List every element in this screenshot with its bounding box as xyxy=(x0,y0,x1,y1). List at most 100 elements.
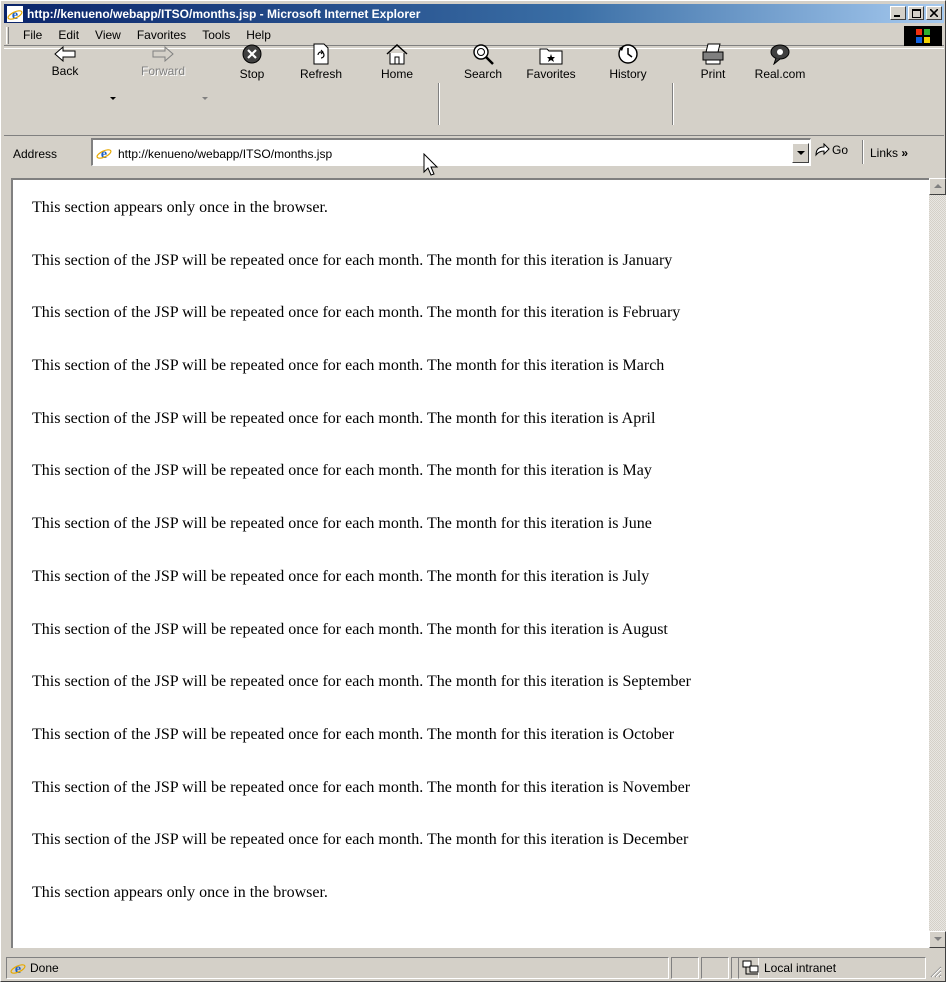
address-field[interactable]: e xyxy=(91,138,811,166)
forward-arrow-icon xyxy=(152,46,174,62)
status-text: Done xyxy=(30,961,59,975)
back-dropdown-icon[interactable] xyxy=(110,97,116,100)
page-line: This section appears only once in the br… xyxy=(32,199,328,216)
back-button[interactable]: Back xyxy=(42,46,88,135)
history-icon xyxy=(618,44,638,64)
zone-text: Local intranet xyxy=(764,961,837,975)
svg-text:e: e xyxy=(101,147,107,161)
page-line: This section of the JSP will be repeated… xyxy=(32,831,689,849)
history-label: History xyxy=(609,67,647,81)
address-label: Address xyxy=(13,147,58,161)
ie-page-icon: e xyxy=(96,147,112,161)
forward-label: Forward xyxy=(140,64,185,78)
favorites-label: Favorites xyxy=(526,67,576,81)
history-button[interactable]: History xyxy=(599,44,657,135)
scroll-down-button[interactable] xyxy=(929,931,946,948)
print-button[interactable]: Print xyxy=(690,43,736,135)
stop-icon xyxy=(242,44,262,64)
page-line: This section of the JSP will be repeated… xyxy=(32,357,665,375)
scroll-up-button[interactable] xyxy=(929,178,946,195)
page-line: This section appears only once in the br… xyxy=(32,883,328,901)
page-line: This section of the JSP will be repeated… xyxy=(32,462,652,480)
status-panel-main: e Done xyxy=(6,957,669,979)
realplayer-icon xyxy=(770,44,790,65)
svg-text:e: e xyxy=(15,962,21,976)
scroll-down-icon xyxy=(933,937,942,941)
toolbar-separator-2 xyxy=(672,83,674,125)
search-button[interactable]: Search xyxy=(454,44,512,135)
chevron-down-icon xyxy=(796,150,805,155)
resize-grip-icon[interactable] xyxy=(929,965,942,978)
refresh-button[interactable]: Refresh xyxy=(293,43,349,135)
back-arrow-icon xyxy=(54,46,76,62)
page-line: This section of the JSP will be repeated… xyxy=(32,515,652,533)
svg-text:e: e xyxy=(12,8,18,22)
page-line: This section of the JSP will be repeated… xyxy=(32,725,675,743)
menu-grip[interactable] xyxy=(6,26,9,44)
search-label: Search xyxy=(463,67,503,81)
go-button[interactable]: Go xyxy=(814,143,848,157)
status-panel-progress xyxy=(671,957,699,979)
home-label: Home xyxy=(380,67,413,81)
stop-button[interactable]: Stop xyxy=(227,44,277,135)
printer-icon xyxy=(702,43,724,65)
status-panel-zone: Local intranet xyxy=(738,957,926,979)
go-arrow-icon xyxy=(815,143,830,157)
realcom-button[interactable]: Real.com xyxy=(752,44,808,135)
page-line: This section of the JSP will be repeated… xyxy=(32,620,668,638)
refresh-label: Refresh xyxy=(299,67,343,81)
chevron-right-double-icon: » xyxy=(901,146,909,160)
menu-help[interactable]: Help xyxy=(238,28,279,42)
favorites-button[interactable]: Favorites xyxy=(519,48,583,135)
realcom-label: Real.com xyxy=(754,67,806,81)
title-bar[interactable]: e http://kenueno/webapp/ITSO/months.jsp … xyxy=(4,4,944,23)
minimize-button[interactable] xyxy=(890,6,906,20)
page-line: This section of the JSP will be repeated… xyxy=(32,409,656,427)
go-label: Go xyxy=(832,143,849,157)
ie-page-icon: e xyxy=(10,962,26,976)
menu-file[interactable]: File xyxy=(15,28,50,42)
close-button[interactable] xyxy=(926,6,942,20)
maximize-button[interactable] xyxy=(908,6,924,20)
ie-logo-icon: e xyxy=(7,5,23,22)
maximize-icon xyxy=(911,8,921,18)
standard-toolbar: Back Forward Stop Refresh Home Search Fa… xyxy=(4,43,944,135)
home-button[interactable]: Home xyxy=(372,43,422,135)
links-button[interactable]: Links » xyxy=(870,146,908,160)
refresh-icon xyxy=(313,43,329,65)
scroll-up-icon xyxy=(933,184,942,188)
vertical-scrollbar[interactable] xyxy=(929,178,946,948)
address-dropdown-button[interactable] xyxy=(792,143,809,163)
network-computer-icon xyxy=(742,960,759,975)
windows-flag-icon xyxy=(916,29,930,43)
links-separator xyxy=(862,140,864,164)
address-input[interactable] xyxy=(118,147,768,161)
window-title: http://kenueno/webapp/ITSO/months.jsp - … xyxy=(27,6,421,21)
menu-tools[interactable]: Tools xyxy=(194,28,238,42)
page-body: This section appears only once in the br… xyxy=(32,198,691,936)
menu-edit[interactable]: Edit xyxy=(50,28,87,42)
page-line: This section of the JSP will be repeated… xyxy=(32,304,681,322)
forward-button[interactable]: Forward xyxy=(130,46,196,135)
minimize-icon xyxy=(894,15,900,17)
forward-dropdown-icon xyxy=(202,97,208,100)
stop-label: Stop xyxy=(239,67,265,81)
home-icon xyxy=(386,43,408,65)
address-bar: Address e Go Links » xyxy=(4,135,944,169)
menu-view[interactable]: View xyxy=(87,28,129,42)
status-panel-security xyxy=(701,957,729,979)
page-line: This section of the JSP will be repeated… xyxy=(32,567,650,585)
page-line: This section of the JSP will be repeated… xyxy=(32,673,691,691)
status-bar: e Done Local intranet xyxy=(4,954,944,980)
browser-window: e http://kenueno/webapp/ITSO/months.jsp … xyxy=(0,0,946,982)
menu-favorites[interactable]: Favorites xyxy=(129,28,194,42)
page-content: This section appears only once in the br… xyxy=(11,178,929,948)
links-label: Links xyxy=(870,146,899,160)
print-label: Print xyxy=(700,67,726,81)
mouse-cursor-icon xyxy=(423,153,439,176)
page-line: This section of the JSP will be repeated… xyxy=(32,251,673,269)
close-icon xyxy=(930,9,938,17)
windows-logo-throbber xyxy=(904,26,942,46)
toolbar-separator xyxy=(438,83,440,125)
search-icon xyxy=(473,44,494,65)
